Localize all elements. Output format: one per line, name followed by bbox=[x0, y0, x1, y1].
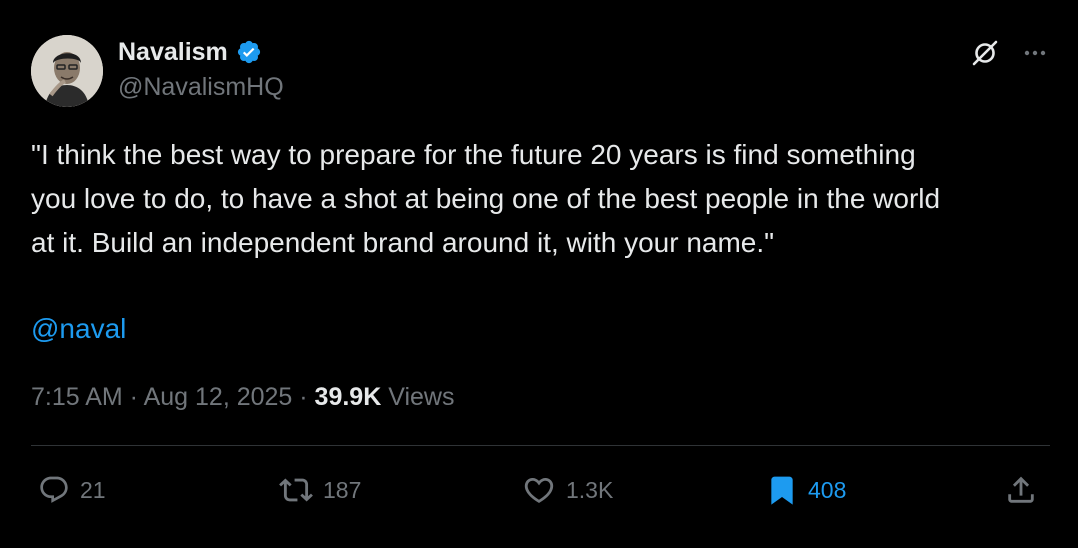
divider bbox=[31, 445, 1050, 446]
author-display-name[interactable]: Navalism bbox=[118, 38, 228, 67]
bookmark-button[interactable]: 408 bbox=[766, 468, 846, 512]
tweet-card: Navalism @NavalismHQ "I think the best w… bbox=[0, 0, 1078, 548]
meta-separator-2: · bbox=[292, 383, 315, 411]
views-label: Views bbox=[388, 383, 455, 411]
like-count: 1.3K bbox=[566, 476, 614, 503]
verified-badge-icon[interactable] bbox=[236, 39, 262, 65]
author-handle[interactable]: @NavalismHQ bbox=[118, 73, 284, 102]
author-avatar[interactable] bbox=[31, 35, 103, 107]
tweet-time[interactable]: 7:15 AM bbox=[31, 383, 123, 411]
tweet-header-actions bbox=[970, 38, 1050, 68]
heart-icon bbox=[524, 477, 554, 503]
action-bar: 21 187 1.3K 408 bbox=[31, 468, 1050, 512]
repost-count: 187 bbox=[323, 476, 362, 503]
repost-button[interactable]: 187 bbox=[279, 468, 361, 512]
tweet-meta: 7:15 AM · Aug 12, 2025 · 39.9K Views bbox=[31, 381, 454, 413]
reply-icon bbox=[40, 476, 68, 503]
grok-icon[interactable] bbox=[970, 38, 1000, 68]
repost-icon bbox=[279, 478, 313, 502]
views-count: 39.9K bbox=[314, 383, 382, 411]
reply-count: 21 bbox=[80, 476, 106, 503]
like-button[interactable]: 1.3K bbox=[522, 468, 613, 512]
tweet-body-text: "I think the best way to prepare for the… bbox=[31, 139, 941, 258]
reply-button[interactable]: 21 bbox=[38, 468, 106, 512]
meta-separator: · bbox=[122, 383, 144, 411]
bookmark-count: 408 bbox=[808, 476, 847, 503]
share-icon bbox=[1008, 476, 1034, 503]
share-button[interactable] bbox=[1004, 468, 1038, 512]
bookmark-icon bbox=[771, 476, 793, 505]
more-icon[interactable] bbox=[1020, 38, 1050, 68]
tweet-date[interactable]: Aug 12, 2025 bbox=[144, 383, 293, 411]
mention-link[interactable]: @naval bbox=[31, 307, 126, 351]
author-name-row: Navalism bbox=[118, 36, 262, 68]
